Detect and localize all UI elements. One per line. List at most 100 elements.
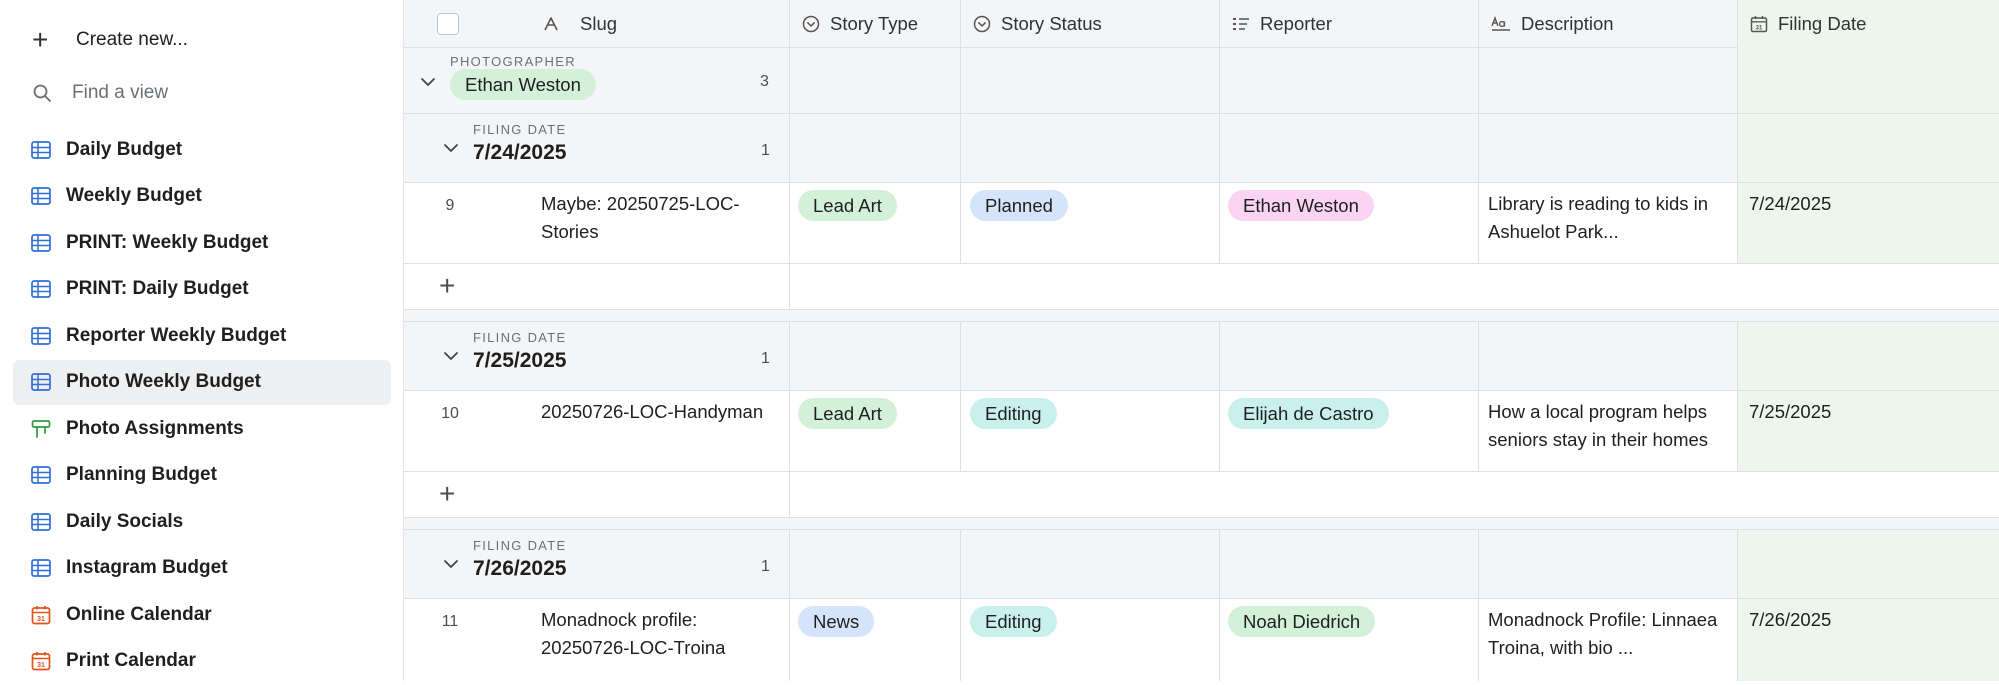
- subgroup-value: 7/25/2025: [473, 349, 567, 372]
- calendar-view-icon: 31: [30, 604, 52, 626]
- sidebar-item-print-calendar[interactable]: 31 Print Calendar: [13, 639, 391, 684]
- story-type-pill[interactable]: News: [798, 606, 875, 637]
- sidebar-item-label: PRINT: Daily Budget: [66, 278, 249, 299]
- table-row[interactable]: 10 20250726-LOC-Handyman Lead Art Editin…: [404, 391, 1999, 472]
- calendar-view-icon: 31: [30, 650, 52, 672]
- story-status-pill[interactable]: Planned: [970, 190, 1068, 221]
- sidebar-item-label: Photo Assignments: [66, 417, 244, 439]
- group-record-count: 3: [760, 73, 769, 90]
- sidebar-item-print-daily-budget[interactable]: PRINT: Daily Budget: [13, 267, 391, 312]
- subgroup-field-label: FILING DATE: [473, 330, 567, 345]
- subgroup-record-count: 1: [761, 350, 770, 367]
- sidebar-item-label: Online Calendar: [66, 603, 212, 625]
- reporter-pill[interactable]: Elijah de Castro: [1228, 398, 1389, 429]
- filing-date-cell[interactable]: 7/26/2025: [1749, 606, 1831, 634]
- grid-header: Slug Story Type Story Status Reporter De…: [404, 0, 1999, 48]
- grid-view-icon: [30, 511, 52, 533]
- group-spacer: [404, 518, 1999, 530]
- kanban-view-icon: [30, 418, 52, 440]
- sidebar-item-weekly-budget[interactable]: Weekly Budget: [13, 174, 391, 219]
- column-header-story-type[interactable]: Story Type: [790, 0, 961, 48]
- text-field-icon: [544, 17, 558, 31]
- sidebar-item-label: PRINT: Weekly Budget: [66, 231, 269, 253]
- create-new-button[interactable]: + Create new...: [32, 22, 188, 58]
- create-new-label: Create new...: [76, 29, 188, 50]
- description-cell[interactable]: Monadnock Profile: Linnaea Troina, with …: [1488, 606, 1728, 662]
- subgroup-field-label: FILING DATE: [473, 538, 567, 553]
- add-record-icon[interactable]: +: [439, 272, 455, 300]
- svg-text:31: 31: [1756, 26, 1763, 32]
- filing-date-cell[interactable]: 7/24/2025: [1749, 190, 1831, 218]
- sidebar-item-label: Daily Socials: [66, 510, 184, 532]
- chevron-down-icon[interactable]: [418, 72, 438, 92]
- column-header-filing-date[interactable]: 31 Filing Date: [1738, 0, 1999, 48]
- chevron-down-icon[interactable]: [441, 138, 461, 158]
- add-record-icon[interactable]: +: [439, 480, 455, 508]
- single-select-icon: [802, 15, 820, 33]
- column-label: Filing Date: [1778, 13, 1867, 34]
- description-cell[interactable]: How a local program helps seniors stay i…: [1488, 398, 1728, 454]
- table-row[interactable]: 11 Monadnock profile: 20250726-LOC-Troin…: [404, 599, 1999, 681]
- sidebar-item-label: Weekly Budget: [66, 185, 202, 206]
- reporter-pill[interactable]: Ethan Weston: [1228, 190, 1374, 221]
- subgroup-header-filing-date: FILING DATE 7/24/2025 1: [404, 114, 1999, 183]
- filing-date-cell[interactable]: 7/25/2025: [1749, 398, 1831, 426]
- records-grid: Slug Story Type Story Status Reporter De…: [404, 0, 1999, 681]
- search-icon: [33, 84, 51, 102]
- add-record-row[interactable]: +: [404, 472, 1999, 518]
- sidebar-item-label: Instagram Budget: [66, 557, 228, 578]
- chevron-down-icon[interactable]: [441, 554, 461, 574]
- grid-view-icon: [30, 371, 52, 393]
- story-type-pill[interactable]: Lead Art: [798, 190, 897, 221]
- slug-cell[interactable]: Monadnock profile: 20250726-LOC-Troina: [541, 606, 776, 662]
- column-header-reporter[interactable]: Reporter: [1220, 0, 1479, 48]
- svg-text:31: 31: [37, 616, 45, 623]
- calendar-icon: 31: [1750, 16, 1768, 33]
- grid-view-icon: [30, 278, 52, 300]
- sidebar-item-label: Photo Weekly Budget: [66, 371, 261, 392]
- svg-text:31: 31: [37, 662, 45, 669]
- add-record-row[interactable]: +: [404, 264, 1999, 310]
- sidebar-item-instagram-budget[interactable]: Instagram Budget: [13, 546, 391, 591]
- column-header-slug[interactable]: Slug: [404, 0, 790, 48]
- sidebar-item-photo-assignments[interactable]: Photo Assignments: [13, 406, 391, 451]
- table-row[interactable]: 9 Maybe: 20250725-LOC-Stories Lead Art P…: [404, 183, 1999, 264]
- find-view-input[interactable]: Find a view: [32, 75, 168, 111]
- sidebar-item-online-calendar[interactable]: 31 Online Calendar: [13, 592, 391, 637]
- story-status-pill[interactable]: Editing: [970, 398, 1057, 429]
- column-header-story-status[interactable]: Story Status: [961, 0, 1220, 48]
- description-cell[interactable]: Library is reading to kids in Ashuelot P…: [1488, 190, 1728, 246]
- sidebar-item-label: Reporter Weekly Budget: [66, 324, 287, 346]
- row-number: 11: [441, 613, 459, 630]
- group-field-label: PHOTOGRAPHER: [450, 54, 576, 69]
- sidebar-item-print-weekly-budget[interactable]: PRINT: Weekly Budget: [13, 220, 391, 265]
- chevron-down-icon[interactable]: [441, 346, 461, 366]
- slug-cell[interactable]: 20250726-LOC-Handyman: [541, 398, 786, 426]
- sidebar-item-photo-weekly-budget[interactable]: Photo Weekly Budget: [13, 359, 391, 405]
- story-status-pill[interactable]: Editing: [970, 606, 1057, 637]
- group-value-pill: Ethan Weston: [450, 69, 596, 100]
- views-sidebar: + Create new... Find a view Daily Budget…: [0, 0, 404, 681]
- story-type-pill[interactable]: Lead Art: [798, 398, 897, 429]
- subgroup-field-label: FILING DATE: [473, 122, 567, 137]
- column-label: Story Status: [1001, 13, 1102, 34]
- sidebar-item-daily-socials[interactable]: Daily Socials: [13, 499, 391, 544]
- sidebar-item-reporter-weekly-budget[interactable]: Reporter Weekly Budget: [13, 313, 391, 358]
- grid-view-icon: [30, 185, 52, 207]
- subgroup-value: 7/26/2025: [473, 557, 567, 580]
- group-spacer: [404, 310, 1999, 322]
- reporter-pill[interactable]: Noah Diedrich: [1228, 606, 1376, 637]
- view-list: Daily Budget Weekly Budget PRINT: Weekly…: [13, 127, 391, 685]
- subgroup-value: 7/24/2025: [473, 141, 567, 164]
- column-label: Slug: [580, 13, 618, 34]
- column-header-description[interactable]: Description: [1479, 0, 1738, 48]
- subgroup-record-count: 1: [761, 142, 770, 159]
- sidebar-item-planning-budget[interactable]: Planning Budget: [13, 453, 391, 498]
- single-select-icon: [973, 15, 991, 33]
- sidebar-item-label: Print Calendar: [66, 650, 196, 671]
- subgroup-record-count: 1: [761, 558, 770, 575]
- select-all-checkbox[interactable]: [437, 13, 459, 35]
- sidebar-item-daily-budget[interactable]: Daily Budget: [13, 127, 391, 172]
- row-number: 9: [445, 197, 455, 214]
- slug-cell[interactable]: Maybe: 20250725-LOC-Stories: [541, 190, 776, 246]
